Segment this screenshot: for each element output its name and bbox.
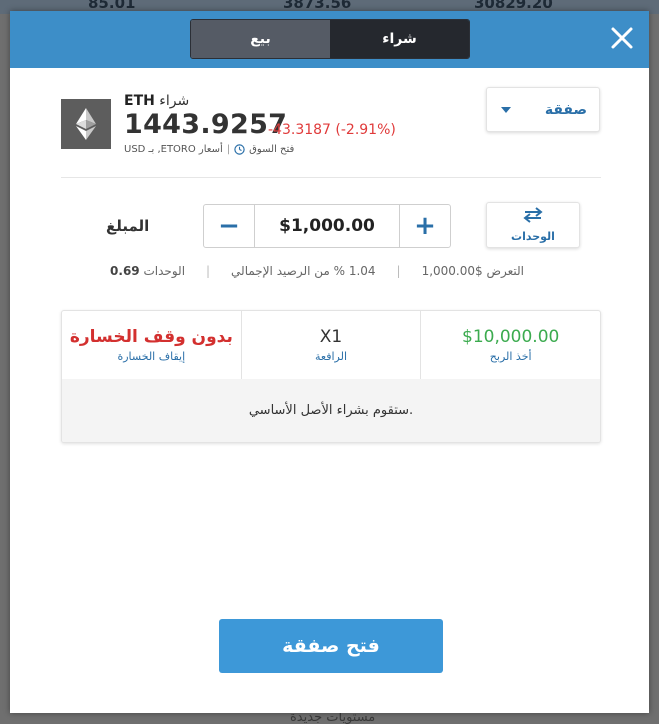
decrease-amount-button[interactable]: − (204, 205, 255, 247)
exposure-text: التعرض $1,000.00 (421, 264, 524, 278)
take-profit-cell[interactable]: $10,000.00 أخذ الربح (420, 311, 600, 379)
background-bottom-strip: مستويات جديدة (0, 712, 659, 724)
ethereum-icon (61, 99, 111, 149)
trade-parameters-card: بدون وقف الخسارة إيقاف الخسارة X1 الرافع… (61, 310, 601, 443)
chevron-down-icon (501, 106, 511, 113)
trade-dialog: بيع شراء شراء ETH 1443.9257 -43.3187 (-2… (10, 11, 649, 713)
asset-meta: فتح السوق | أسعار ETORO, بـ USD (124, 144, 294, 155)
asset-name: شراء ETH (124, 93, 189, 109)
divider (61, 177, 601, 178)
clock-icon (234, 144, 245, 155)
asset-symbol: ETH (124, 93, 155, 109)
increase-amount-button[interactable]: + (399, 205, 450, 247)
trade-note: .ستقوم بشراء الأصل الأساسي (62, 379, 600, 442)
stop-loss-label: إيقاف الخسارة (117, 350, 186, 363)
units-stat-value: 0.69 (110, 264, 140, 278)
units-stat-label: الوحدات (143, 264, 186, 278)
open-trade-button[interactable]: فتح صفقة (219, 619, 443, 673)
asset-price-change: -43.3187 (-2.91%) (268, 122, 396, 138)
meta-separator: | (226, 144, 231, 155)
amount-label: المبلغ (106, 217, 150, 235)
leverage-value: X1 (319, 327, 343, 347)
trade-stats: التعرض $1,000.00 | 1.04 % من الرصيد الإج… (110, 262, 524, 280)
tab-sell[interactable]: بيع (191, 20, 330, 58)
buy-sell-toggle: بيع شراء (190, 19, 470, 59)
order-type-dropdown[interactable]: صفقة (486, 87, 600, 132)
amount-stepper: − $1,000.00 + (203, 204, 451, 248)
amount-input[interactable]: $1,000.00 (255, 205, 399, 247)
market-status: فتح السوق (249, 144, 295, 155)
asset-price: 1443.9257 (124, 109, 288, 140)
units-toggle-label: الوحدات (511, 230, 555, 243)
balance-percent-text: 1.04 % من الرصيد الإجمالي (231, 264, 376, 278)
dialog-header: بيع شراء (10, 11, 649, 68)
trade-parameters-row: بدون وقف الخسارة إيقاف الخسارة X1 الرافع… (62, 311, 600, 380)
background-bottom-text: مستويات جديدة (290, 712, 376, 724)
stop-loss-value: بدون وقف الخسارة (69, 327, 233, 347)
units-toggle-button[interactable]: الوحدات (486, 202, 580, 248)
stats-separator: | (206, 264, 211, 278)
stats-separator: | (396, 264, 401, 278)
asset-action: شراء (159, 93, 190, 109)
swap-arrows-icon (523, 207, 543, 227)
take-profit-value: $10,000.00 (462, 327, 560, 347)
units-stat: الوحدات 0.69 (110, 264, 185, 278)
leverage-label: الرافعة (315, 350, 347, 363)
stop-loss-cell[interactable]: بدون وقف الخسارة إيقاف الخسارة (62, 311, 241, 379)
close-icon[interactable] (607, 23, 637, 53)
leverage-cell[interactable]: X1 الرافعة (240, 311, 421, 379)
tab-buy[interactable]: شراء (330, 20, 469, 58)
order-type-label: صفقة (544, 101, 587, 118)
take-profit-label: أخذ الربح (489, 350, 532, 363)
price-source: أسعار ETORO, بـ USD (124, 144, 223, 155)
